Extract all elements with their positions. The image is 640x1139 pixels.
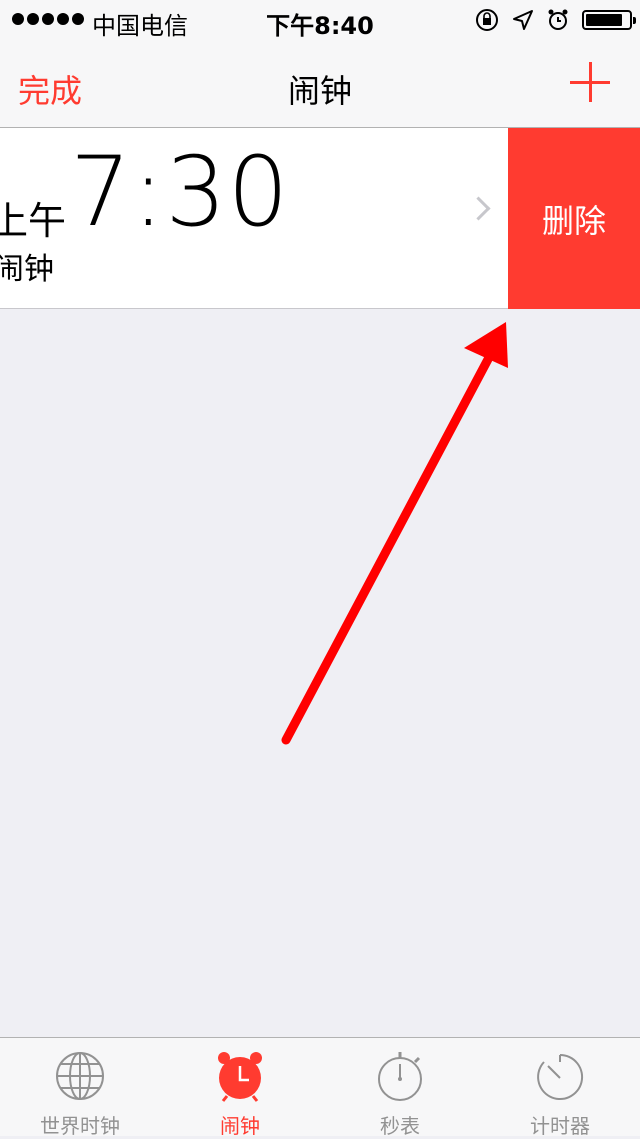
- delete-button[interactable]: 删除: [508, 128, 640, 309]
- battery-icon: [582, 10, 636, 30]
- tab-timer[interactable]: 计时器: [480, 1038, 640, 1138]
- status-icons: [474, 6, 636, 34]
- tab-world-clock[interactable]: 世界时钟: [0, 1038, 160, 1138]
- location-arrow-icon: [513, 10, 533, 30]
- alarm-row[interactable]: 上午 7:30 闹钟 删除: [0, 128, 640, 309]
- alarm-clock-icon: [548, 9, 568, 30]
- battery-fill: [586, 14, 622, 26]
- tab-stopwatch[interactable]: 秒表: [320, 1038, 480, 1138]
- rotation-lock-icon: [476, 9, 498, 31]
- alarm-clock-icon: [218, 1052, 262, 1102]
- stopwatch-icon: [378, 1052, 422, 1101]
- row-divider: [0, 308, 508, 309]
- timer-icon: [537, 1053, 584, 1100]
- globe-icon: [56, 1052, 104, 1100]
- nav-bar: 完成 闹钟: [0, 40, 640, 128]
- alarm-label: 闹钟: [0, 252, 54, 287]
- done-button[interactable]: 完成: [18, 66, 82, 112]
- status-bar: 中国电信 下午8:40: [0, 0, 640, 40]
- alarm-ampm: 上午: [0, 199, 67, 243]
- tab-bar: 世界时钟 闹钟 秒表 计时器: [0, 1037, 640, 1138]
- tab-label: 秒表: [380, 1114, 420, 1138]
- tab-label: 世界时钟: [40, 1114, 120, 1138]
- tab-label: 闹钟: [220, 1114, 260, 1138]
- chevron-right-icon[interactable]: [466, 196, 491, 221]
- tab-label: 计时器: [530, 1114, 590, 1138]
- plus-icon[interactable]: [570, 62, 610, 102]
- alarm-time: 7:30: [70, 136, 290, 248]
- page-title: 闹钟: [287, 72, 352, 110]
- tab-alarm[interactable]: 闹钟: [160, 1038, 320, 1138]
